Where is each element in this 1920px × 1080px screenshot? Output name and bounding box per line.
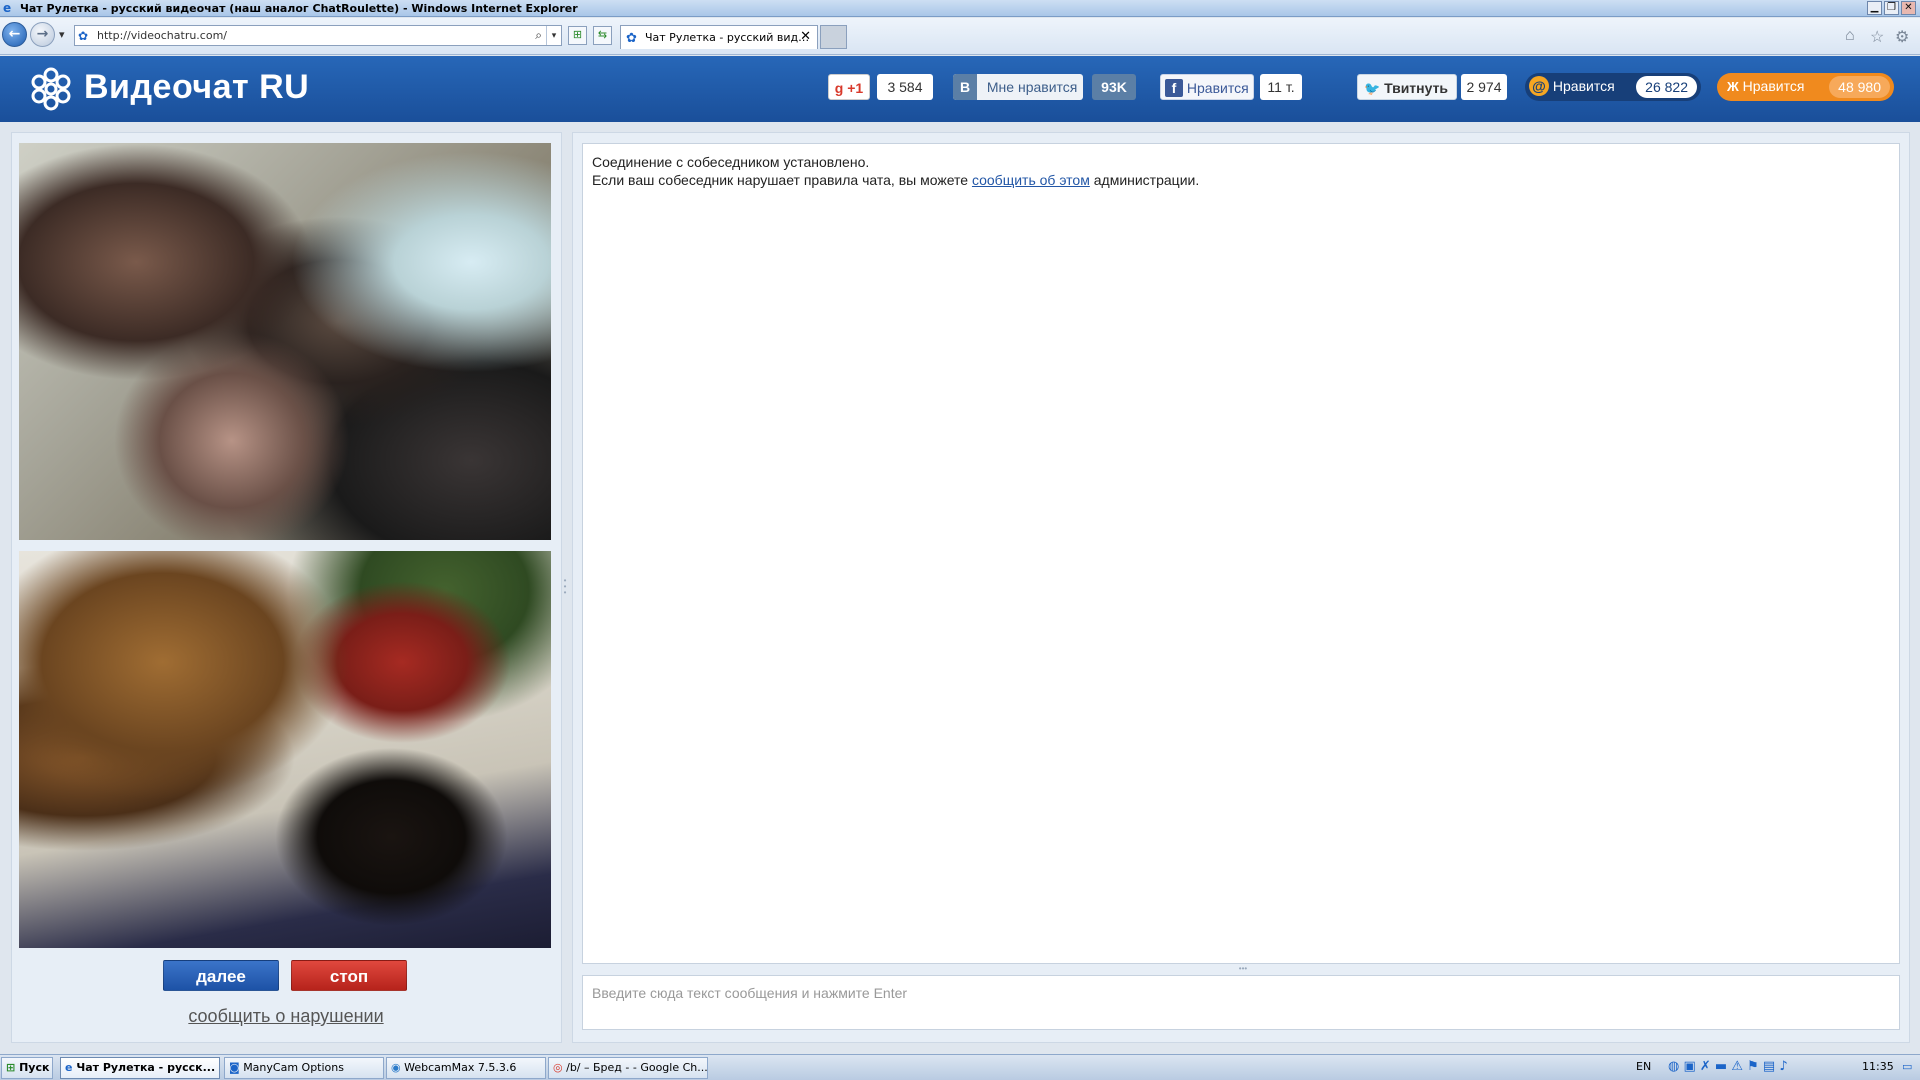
tweet-count: 2 974 <box>1461 74 1507 100</box>
webcammax-icon: ◉ <box>391 1061 401 1074</box>
taskbar-item-label: ManyCam Options <box>243 1061 344 1074</box>
home-icon[interactable]: ⌂ <box>1845 27 1855 45</box>
mailru-icon: @ <box>1529 76 1549 96</box>
taskbar-item-label: WebcamMax 7.5.3.6 <box>404 1061 517 1074</box>
message-input[interactable]: Введите сюда текст сообщения и нажмите E… <box>582 975 1900 1030</box>
show-desktop-icon[interactable]: ▭ <box>1902 1060 1912 1073</box>
fb-label: Нравится <box>1186 80 1249 96</box>
chrome-icon: ◎ <box>553 1061 563 1074</box>
report-violation-link[interactable]: сообщить о нарушении <box>0 1006 572 1027</box>
windows-taskbar: ⊞ Пуск e Чат Рулетка - русск... ◙ ManyCa… <box>0 1054 1920 1080</box>
mailru-count: 26 822 <box>1636 76 1697 98</box>
favorites-icon[interactable]: ☆ <box>1870 27 1884 47</box>
tray-network-icon[interactable]: ◍ ▣ ✗ ▬ ⚠ ⚑ ▤ ♪ <box>1668 1059 1788 1074</box>
fb-count: 11 т. <box>1260 74 1302 100</box>
new-tab-button[interactable] <box>820 25 847 49</box>
mailru-like-button[interactable]: @ Нравится 26 822 <box>1525 73 1701 101</box>
chat-log: Соединение с собеседником установлено. Е… <box>582 143 1900 964</box>
odnoklassniki-icon: Ж <box>1727 79 1739 94</box>
search-icon[interactable]: ⌕ <box>535 28 542 43</box>
vk-icon: В <box>953 74 977 100</box>
windows-logo-icon: ⊞ <box>6 1061 16 1074</box>
taskbar-item-ie[interactable]: e Чат Рулетка - русск... <box>60 1057 220 1079</box>
tools-icon[interactable]: ⚙ <box>1895 27 1909 47</box>
tab-videochat[interactable]: ✿ Чат Рулетка - русский вид… ✕ <box>620 25 818 49</box>
fb-like-button[interactable]: f Нравится <box>1160 74 1254 100</box>
address-url[interactable]: http://videochatru.com/ <box>97 29 227 42</box>
system-message-connected: Соединение с собеседником установлено. <box>592 154 870 170</box>
ie-icon: e <box>65 1061 73 1074</box>
language-indicator[interactable]: EN <box>1636 1060 1651 1073</box>
start-label: Пуск <box>19 1061 50 1074</box>
taskbar-item-manycam[interactable]: ◙ ManyCam Options <box>224 1057 384 1079</box>
rules-text-pre: Если ваш собеседник нарушает правила чат… <box>592 172 972 188</box>
rules-text-post: администрации. <box>1089 172 1200 188</box>
forward-button[interactable]: → <box>30 22 55 47</box>
tab-label: Чат Рулетка - русский вид… <box>645 31 810 44</box>
panel-splitter-handle[interactable]: • • • <box>563 577 567 600</box>
start-button[interactable]: ⊞ Пуск <box>1 1057 53 1079</box>
logo-icon[interactable] <box>27 65 75 113</box>
gplus-count: 3 584 <box>877 74 933 100</box>
gplus-icon: g <box>834 80 844 96</box>
back-button[interactable]: ← <box>2 22 27 47</box>
taskbar-item-chrome[interactable]: ◎ /b/ – Бред - - Google Ch... <box>548 1057 708 1079</box>
taskbar-item-webcammax[interactable]: ◉ WebcamMax 7.5.3.6 <box>386 1057 546 1079</box>
tab-close-icon[interactable]: ✕ <box>800 29 811 44</box>
own-webcam-video <box>19 551 551 948</box>
facebook-icon: f <box>1165 79 1183 97</box>
ie-app-icon: e <box>3 1 12 15</box>
tweet-button[interactable]: 🐦 Твитнуть <box>1357 74 1457 100</box>
gplus-label: +1 <box>847 80 864 96</box>
chat-resize-grip[interactable]: ••• <box>1233 965 1253 973</box>
partner-video <box>19 143 551 540</box>
tweet-label: Твитнуть <box>1384 80 1449 96</box>
vk-label: Мне нравится <box>986 79 1078 95</box>
window-titlebar: e Чат Рулетка - русский видеочат (наш ан… <box>0 0 1920 17</box>
browser-navbar: ← → ▾ ✿ http://videochatru.com/ ⌕ ▾ ⊞ ⇆ … <box>0 18 1920 55</box>
report-inline-link[interactable]: сообщить об этом <box>972 172 1090 188</box>
twitter-icon: 🐦 <box>1364 81 1381 96</box>
ok-label: Нравится <box>1742 78 1805 94</box>
history-dropdown-icon[interactable]: ▾ <box>59 28 65 41</box>
compatibility-view-icon[interactable]: ⊞ <box>568 26 587 45</box>
minimize-button[interactable]: ▁ <box>1867 1 1882 15</box>
stop-button[interactable]: стоп <box>291 960 407 991</box>
taskbar-item-label: /b/ – Бред - - Google Ch... <box>566 1061 708 1074</box>
tab-favicon-icon: ✿ <box>626 30 637 45</box>
logo-text[interactable]: Видеочат RU <box>84 68 309 107</box>
address-bar[interactable]: ✿ http://videochatru.com/ ⌕ ▾ <box>74 25 562 46</box>
mailru-label: Нравится <box>1552 78 1615 94</box>
ok-count: 48 980 <box>1829 76 1890 98</box>
gplus-button[interactable]: g +1 <box>828 74 870 100</box>
ok-like-button[interactable]: Ж Нравится 48 980 <box>1717 73 1894 101</box>
site-header: Видеочат RU g +1 3 584 В Мне нравится 93… <box>0 56 1920 122</box>
window-title: Чат Рулетка - русский видеочат (наш анал… <box>20 2 578 15</box>
system-message-rules: Если ваш собеседник нарушает правила чат… <box>592 171 1890 189</box>
close-window-button[interactable]: ✕ <box>1901 1 1916 15</box>
manycam-icon: ◙ <box>229 1061 240 1074</box>
next-button[interactable]: далее <box>163 960 279 991</box>
refresh-icon[interactable]: ⇆ <box>593 26 612 45</box>
address-dropdown-icon[interactable]: ▾ <box>546 26 561 45</box>
vk-count: 93K <box>1092 74 1136 100</box>
vk-like-button[interactable]: В Мне нравится <box>953 74 1083 100</box>
taskbar-item-label: Чат Рулетка - русск... <box>76 1061 216 1074</box>
maximize-button[interactable]: ❐ <box>1884 1 1899 15</box>
site-favicon-icon: ✿ <box>78 29 89 43</box>
clock[interactable]: 11:35 <box>1862 1060 1894 1073</box>
